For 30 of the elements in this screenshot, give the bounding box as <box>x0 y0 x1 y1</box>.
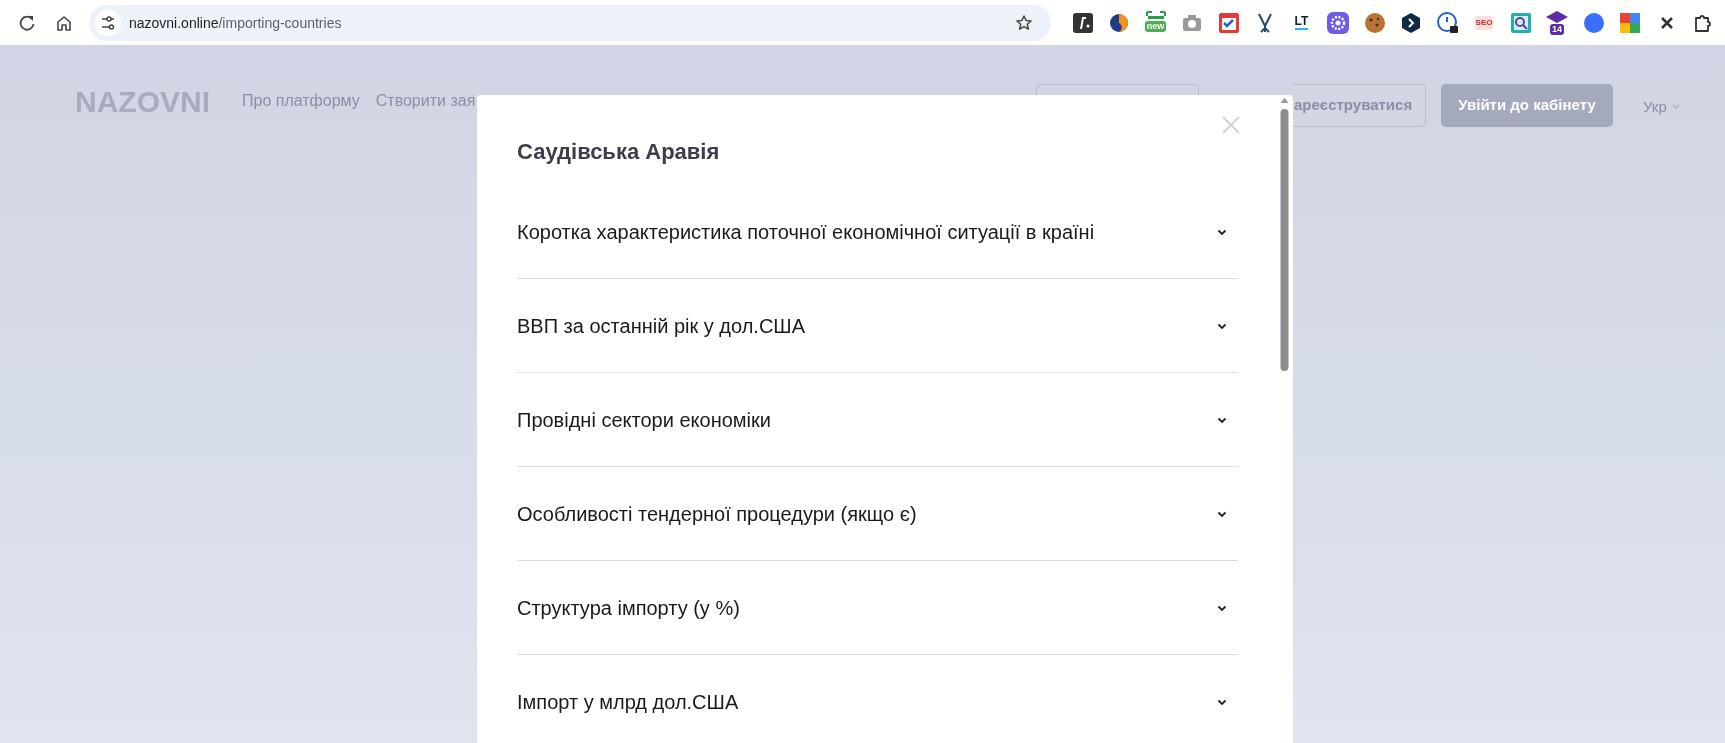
accordion-header[interactable]: Коротка характеристика поточної економічної ситуації в країні <box>517 185 1238 280</box>
circle-icon <box>1581 10 1606 35</box>
accordion-header[interactable]: Особливості тендерної процедури (якщо є) <box>517 467 1238 562</box>
site-settings-icon[interactable] <box>94 9 121 36</box>
accordion-header[interactable]: Структура імпорту (у %) <box>517 561 1238 656</box>
f-square-icon <box>1070 10 1095 35</box>
accordion-header[interactable]: ВВП за останній рік у дол.США <box>517 279 1238 374</box>
screen-capture-icon <box>1145 10 1166 20</box>
extension-button[interactable]: 14 <box>1545 5 1569 40</box>
reload-icon <box>17 13 36 32</box>
google-icon <box>1618 10 1642 35</box>
badge-count: 14 <box>1550 23 1564 35</box>
extension-button[interactable]: SEO <box>1472 5 1496 40</box>
extension-button[interactable]: LT <box>1289 5 1314 40</box>
address-bar[interactable]: nazovni.online/importing-countries <box>88 4 1051 41</box>
home-icon <box>55 13 74 32</box>
cookie-icon <box>1362 10 1387 35</box>
url-text: nazovni.online/importing-countries <box>128 14 342 31</box>
clock-lock-icon <box>1435 10 1460 35</box>
seo-label: SEO <box>1474 15 1494 30</box>
lt-label: LT <box>1294 15 1309 30</box>
hexagon-icon <box>1399 10 1423 35</box>
gear-icon <box>1326 10 1350 35</box>
accordion-header[interactable]: Провідні сектори економіки <box>517 373 1238 468</box>
checkbox-icon <box>1216 10 1241 35</box>
modal-title: Саудівська Аравія <box>517 139 721 166</box>
magnifier-icon <box>1508 10 1533 35</box>
graduation-cap-icon <box>1546 10 1568 23</box>
badge-count: new <box>1144 20 1167 32</box>
accordion-header[interactable]: Імпорт у млрд дол.США <box>517 655 1238 743</box>
